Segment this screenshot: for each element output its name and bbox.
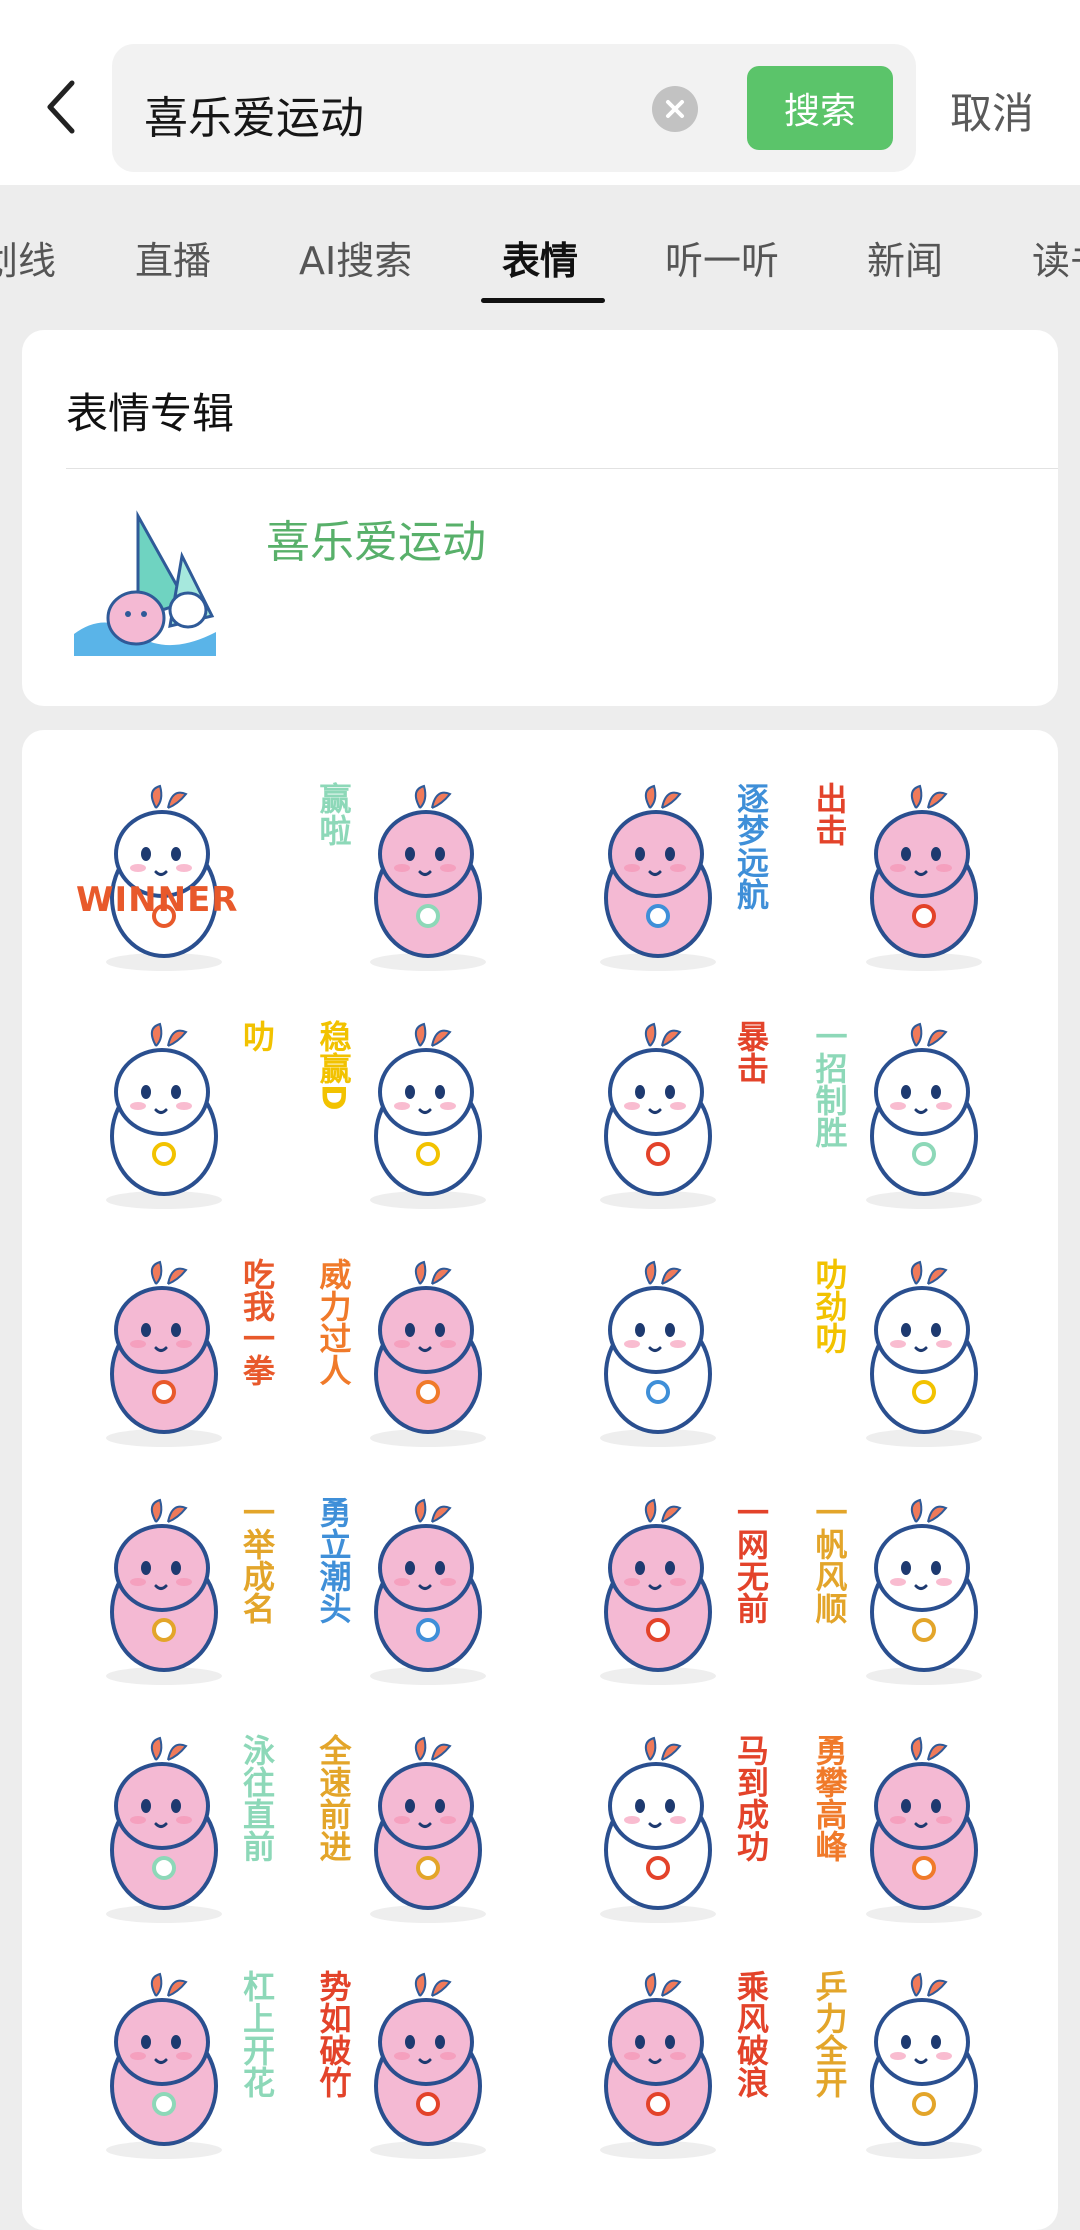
sticker-item[interactable]: 勇立潮头 [312,1484,524,1696]
sticker-item[interactable]: 暴击 [560,1008,772,1220]
sticker-caption: 勇攀高峰 [810,1734,849,1862]
sticker-album-section: 表情专辑 喜乐爱运动 [22,330,1058,706]
search-query[interactable]: 喜乐爱运动 [144,82,364,146]
sticker-item[interactable]: WINNER [66,770,278,982]
tab-listen[interactable]: 听一听 [665,230,779,285]
sticker-caption: 一举成名 [238,1496,276,1624]
sticker-item[interactable]: 一网无前 [560,1484,772,1696]
sticker-item[interactable]: 逐梦远航 [560,770,772,982]
clear-search-button[interactable] [652,86,698,132]
sticker-item[interactable]: 泳往直前 [66,1722,278,1934]
sticker-caption: 叻 [238,1020,276,1052]
tab-news[interactable]: 新闻 [867,230,943,285]
sticker-caption: 出击 [810,782,849,846]
sticker-caption: 马到成功 [732,1734,770,1862]
tab-highlights[interactable]: 划线 [0,230,56,285]
mascot-sticker-image [600,1260,716,1447]
search-button[interactable]: 搜索 [747,66,893,150]
sticker-caption: 杠上开花 [238,1970,276,2098]
close-icon [666,100,684,118]
sticker-caption: 乘风破浪 [732,1970,770,2098]
sticker-item[interactable]: 赢啦 [312,770,524,982]
album-thumbnail[interactable] [66,506,226,666]
sticker-caption: WINNER [76,880,239,920]
sticker-caption: 稳赢D [314,1020,353,1111]
sticker-item[interactable]: 马到成功 [560,1722,772,1934]
sticker-caption: 赢啦 [314,782,353,846]
sticker-item[interactable]: 一帆风顺 [808,1484,1020,1696]
sticker-caption: 乒力全开 [810,1970,849,2098]
tab-ai-search[interactable]: AI搜索 [299,230,412,285]
sailing-mascot-image [74,510,216,656]
sticker-caption: 一网无前 [732,1496,770,1624]
search-category-tabs: 划线 直播 AI搜索 表情 听一听 新闻 读书 [0,210,1080,306]
sticker-item[interactable]: 吃我一拳 [66,1246,278,1458]
sticker-caption: 威力过人 [314,1258,353,1386]
search-input[interactable]: 喜乐爱运动 搜索 [112,44,916,172]
sticker-item[interactable]: 出击 [808,770,1020,982]
sticker-item[interactable]: 叻 [66,1008,278,1220]
back-button[interactable] [36,72,86,142]
sticker-item[interactable]: 勇攀高峰 [808,1722,1020,1934]
active-tab-indicator [481,298,605,303]
chevron-left-icon [47,80,75,134]
sticker-caption: 势如破竹 [314,1970,353,2098]
sticker-item[interactable]: 势如破竹 [312,1958,524,2170]
search-header: 喜乐爱运动 搜索 取消 [0,0,1080,185]
sticker-item[interactable]: 一招制胜 [808,1008,1020,1220]
sticker-item[interactable] [560,1246,772,1458]
sticker-item[interactable]: 乘风破浪 [560,1958,772,2170]
album-title-link[interactable]: 喜乐爱运动 [266,506,486,570]
sticker-grid: WINNER 赢啦 逐梦远航 出击叻稳赢D 暴击 一招制胜 吃我一拳 威力过人 叻劲叻 一举成名勇… [22,730,1058,2230]
sticker-caption: 一招制胜 [810,1020,849,1148]
sticker-item[interactable]: 杠上开花 [66,1958,278,2170]
sticker-item[interactable]: 威力过人 [312,1246,524,1458]
tab-books[interactable]: 读书 [1032,230,1080,285]
sticker-caption: 一帆风顺 [810,1496,849,1624]
sticker-caption: 全速前进 [314,1734,353,1862]
tab-live[interactable]: 直播 [135,230,211,285]
sticker-item[interactable]: 一举成名 [66,1484,278,1696]
sticker-item[interactable]: 稳赢D [312,1008,524,1220]
sticker-caption: 吃我一拳 [238,1258,276,1386]
sticker-item[interactable]: 叻劲叻 [808,1246,1020,1458]
cancel-button[interactable]: 取消 [950,80,1034,141]
sticker-caption: 暴击 [732,1020,770,1084]
sticker-item[interactable]: 全速前进 [312,1722,524,1934]
section-title: 表情专辑 [66,389,235,438]
sticker-caption: 泳往直前 [238,1734,276,1862]
sticker-item[interactable]: 乒力全开 [808,1958,1020,2170]
mascot-sticker-image [106,784,222,971]
sticker-caption: 逐梦远航 [732,782,770,910]
sticker-caption: 叻劲叻 [810,1258,849,1354]
sticker-caption: 勇立潮头 [314,1496,353,1624]
divider [66,468,1058,469]
tab-stickers[interactable]: 表情 [502,230,578,285]
